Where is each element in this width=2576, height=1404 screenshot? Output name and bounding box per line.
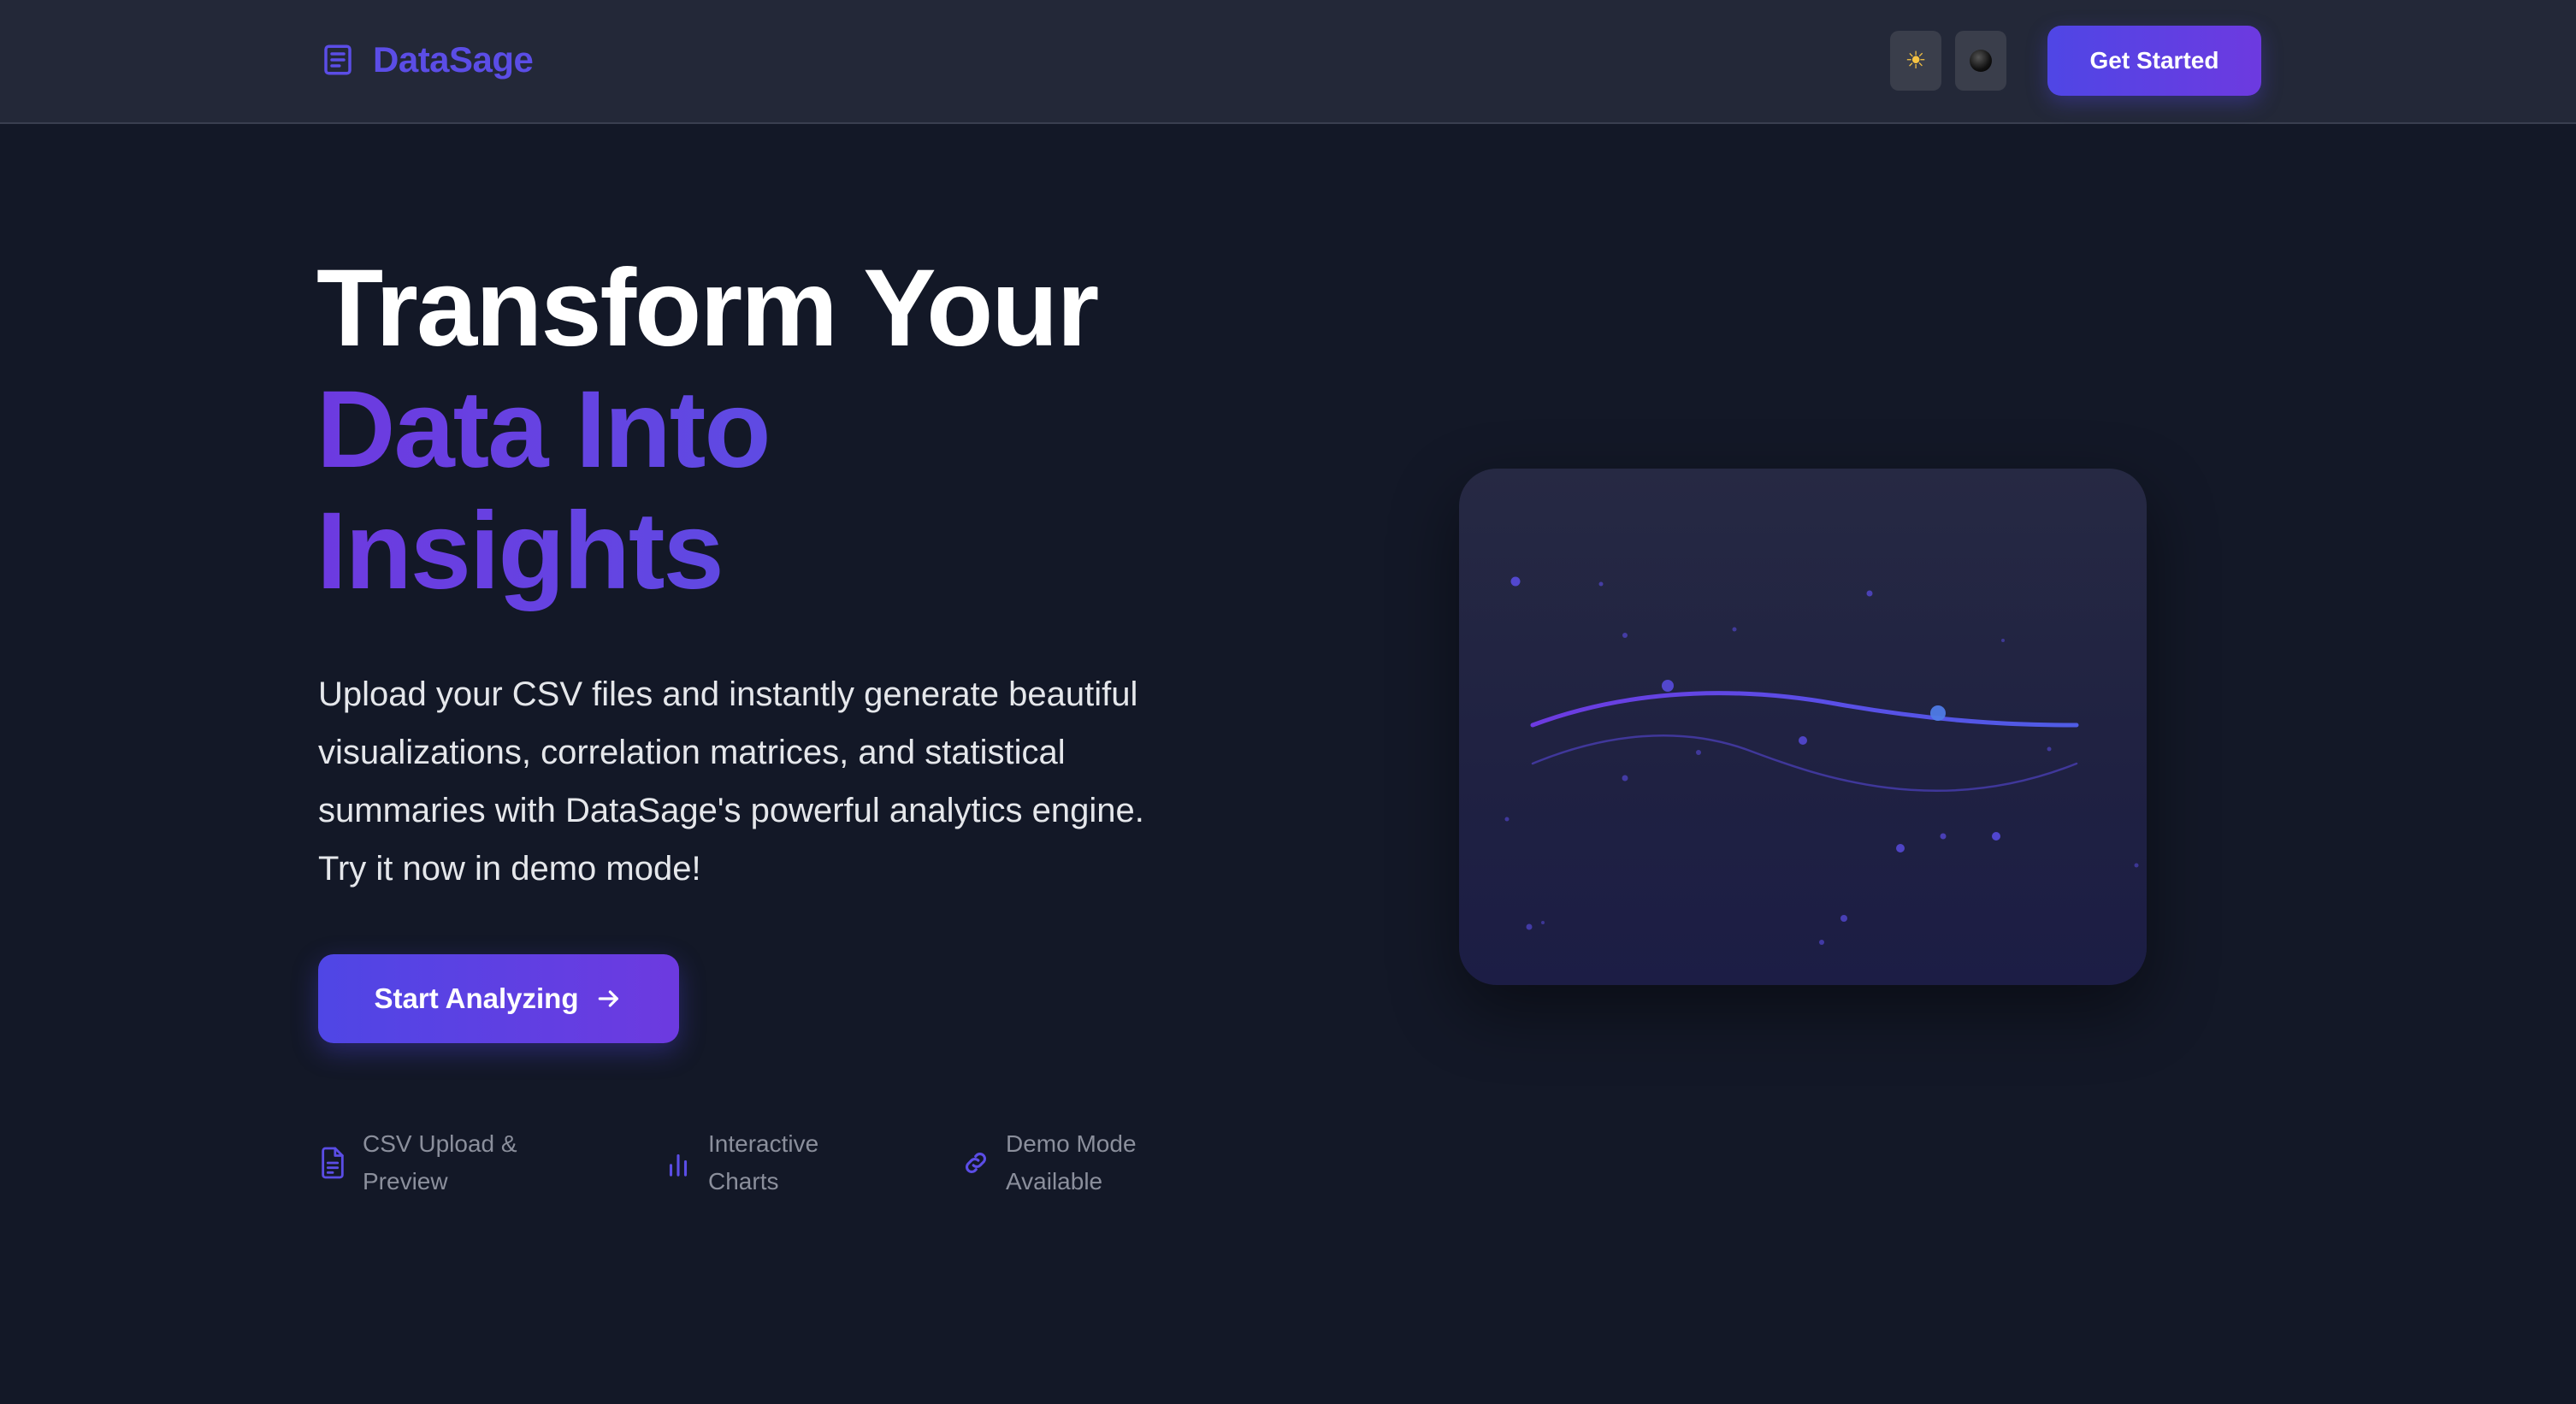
feature-demo-mode: Demo Mode Available (961, 1125, 1168, 1200)
start-analyzing-label: Start Analyzing (374, 982, 579, 1014)
hero-description: Upload your CSV files and instantly gene… (318, 675, 1144, 888)
bar-chart-icon (669, 1153, 688, 1177)
document-icon (324, 44, 352, 75)
moon-icon (1970, 50, 1992, 72)
feature-label: Interactive Charts (708, 1130, 819, 1195)
hero-title: Transform Your Data Into Insights (316, 248, 1257, 612)
feature-label: Demo Mode Available (1006, 1130, 1137, 1195)
hero-title-line-2: Data Into (316, 369, 1257, 491)
feature-label: CSV Upload & Preview (363, 1130, 517, 1195)
top-nav: DataSage ☀ Get Started (0, 0, 2576, 124)
link-icon (965, 1152, 987, 1174)
arrow-right-icon (599, 990, 619, 1007)
start-analyzing-button[interactable]: Start Analyzing (318, 954, 679, 1043)
dark-theme-button[interactable] (1955, 31, 2006, 91)
feature-csv-upload: CSV Upload & Preview (318, 1125, 559, 1200)
logo[interactable]: DataSage (320, 39, 534, 80)
feature-interactive-charts: Interactive Charts (664, 1125, 871, 1200)
hero-title-line-1: Transform Your (316, 247, 1099, 369)
get-started-button[interactable]: Get Started (2047, 26, 2261, 96)
logo-text: DataSage (373, 39, 534, 80)
hero-title-line-3: Insights (316, 491, 1257, 612)
particle-dots (1504, 576, 2139, 945)
file-text-icon (322, 1147, 344, 1179)
landing-page: DataSage ☀ Get Started Transform Your Da… (0, 0, 2576, 1404)
sun-icon: ☀ (1905, 47, 1927, 74)
light-theme-button[interactable]: ☀ (1890, 31, 1941, 91)
